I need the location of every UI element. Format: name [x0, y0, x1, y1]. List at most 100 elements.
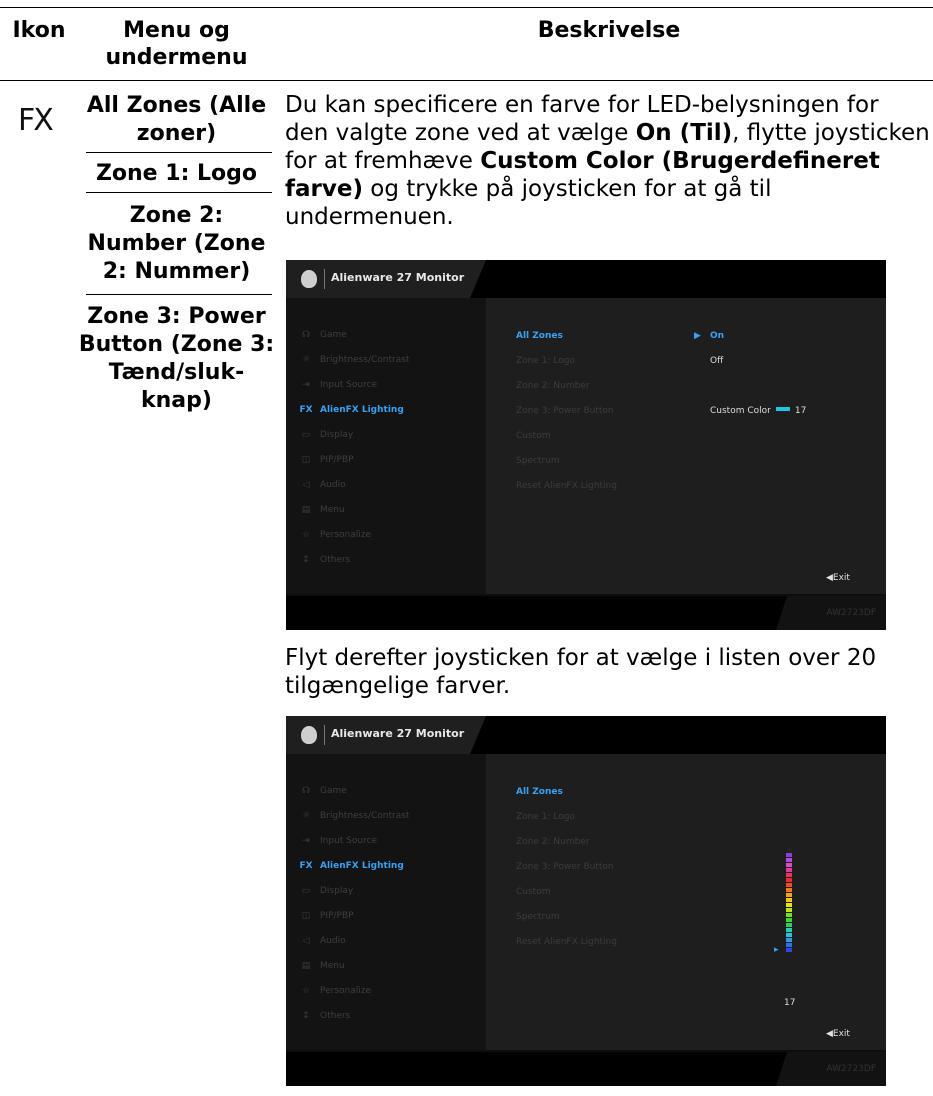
- menu-item-icon: ☼: [301, 355, 311, 365]
- exit-button[interactable]: ◀Exit: [826, 1029, 850, 1039]
- osd-submenu-item[interactable]: Custom: [516, 887, 550, 897]
- osd-menu-item[interactable]: ▤ Menu: [298, 505, 345, 515]
- color-swatch[interactable]: [786, 933, 792, 937]
- color-swatch[interactable]: [786, 878, 792, 882]
- color-swatch[interactable]: [786, 863, 792, 867]
- osd-menu-item[interactable]: ◫ PIP/PBP: [298, 911, 354, 921]
- osd-menu-item[interactable]: ▤ Menu: [298, 961, 345, 971]
- color-swatch[interactable]: [786, 943, 792, 947]
- osd-menu-item[interactable]: ☆ Personalize: [298, 986, 371, 996]
- menu-item-icon: ☆: [301, 986, 311, 996]
- header-description: Beskrivelse: [537, 18, 681, 43]
- menu-item-label: Game: [320, 786, 347, 796]
- osd-menu-item[interactable]: ▭ Display: [298, 886, 353, 896]
- header-icon: Ikon: [12, 18, 66, 43]
- menu-item-label: Menu: [320, 961, 345, 971]
- color-swatch[interactable]: [786, 873, 792, 877]
- osd-menu-item[interactable]: ☼ Brightness/Contrast: [298, 811, 409, 821]
- osd-menu-item[interactable]: ☆ Personalize: [298, 530, 371, 540]
- menu-item-icon: ▤: [301, 505, 311, 515]
- color-swatch[interactable]: [786, 858, 792, 862]
- color-swatch[interactable]: [786, 913, 792, 917]
- osd-menu-item[interactable]: ☼ Brightness/Contrast: [298, 355, 409, 365]
- color-swatch[interactable]: [786, 928, 792, 932]
- menu-item-label: Input Source: [320, 836, 378, 846]
- color-swatch[interactable]: [786, 893, 792, 897]
- exit-button[interactable]: ◀Exit: [826, 573, 850, 583]
- osd-submenu-item[interactable]: Custom: [516, 431, 550, 441]
- option-custom-color[interactable]: Custom Color 17: [710, 406, 806, 416]
- osd-menu-item[interactable]: ◁ Audio: [298, 936, 346, 946]
- table-header-rule: [0, 80, 933, 81]
- menu-item-icon: ☊: [302, 786, 310, 796]
- osd-submenu-item[interactable]: Reset AlienFX Lighting: [516, 937, 617, 947]
- model-name: AW2723DF: [776, 1052, 886, 1086]
- color-swatch[interactable]: [786, 908, 792, 912]
- osd-menu-item[interactable]: FX AlienFX Lighting: [298, 861, 403, 871]
- option-off[interactable]: Off: [710, 356, 723, 366]
- osd-submenu-item[interactable]: Zone 1: Logo: [516, 812, 575, 822]
- menu-all-zones-1: All Zones (Alle: [86, 93, 267, 118]
- color-swatch[interactable]: [786, 848, 792, 852]
- menu-item-label: Audio: [320, 480, 346, 490]
- menu-item-icon: FX: [299, 405, 313, 415]
- osd-menu-item[interactable]: ↕ Others: [298, 555, 350, 565]
- menu-item-label: Personalize: [320, 530, 372, 540]
- color-swatch[interactable]: [786, 868, 792, 872]
- menu-item-label: Display: [320, 430, 354, 440]
- osd-screenshot-custom-color: Alienware 27 Monitor ☊ Game ☼ Brightness/Co…: [286, 260, 886, 630]
- desc-p1-line3: for at fremhæve Custom Color (Brugerdefi…: [285, 148, 880, 174]
- selected-marker-icon: ▶: [694, 331, 701, 341]
- color-swatch[interactable]: [786, 903, 792, 907]
- menu-item-label: Brightness/Contrast: [320, 811, 410, 821]
- osd-title: Alienware 27 Monitor: [331, 727, 465, 740]
- menu-item-icon: ◁: [302, 480, 310, 490]
- color-index: 17: [784, 998, 796, 1008]
- alienware-logo-icon: [301, 726, 317, 744]
- osd-submenu-item[interactable]: Zone 2: Number: [516, 381, 590, 391]
- osd-submenu-item[interactable]: All Zones: [516, 331, 563, 341]
- osd-submenu-item[interactable]: Zone 3: Power Button: [516, 406, 614, 416]
- osd-menu-item[interactable]: ◫ PIP/PBP: [298, 455, 354, 465]
- osd-submenu-item[interactable]: Reset AlienFX Lighting: [516, 481, 617, 491]
- menu-zone3-1: Zone 3: Power: [87, 304, 266, 329]
- color-swatch[interactable]: [786, 923, 792, 927]
- menu-item-label: Game: [320, 330, 347, 340]
- menu-zone1: Zone 1: Logo: [95, 161, 258, 186]
- osd-submenu-item[interactable]: Spectrum: [516, 456, 560, 466]
- menu-item-icon: FX: [299, 861, 313, 871]
- menu-item-icon: ⇥: [302, 380, 310, 390]
- osd-menu-item[interactable]: ↕ Others: [298, 1011, 350, 1021]
- desc-p1-line1: Du kan specificere en farve for LED-bely…: [285, 92, 879, 118]
- menu-item-label: Others: [320, 1011, 351, 1021]
- osd-menu-item[interactable]: ▭ Display: [298, 430, 353, 440]
- menu-separator: [86, 152, 272, 153]
- osd-menu-item[interactable]: ◁ Audio: [298, 480, 346, 490]
- osd-submenu-item[interactable]: Spectrum: [516, 912, 560, 922]
- color-swatch[interactable]: [786, 853, 792, 857]
- color-swatch[interactable]: [786, 918, 792, 922]
- osd-menu-item[interactable]: ☊ Game: [298, 330, 347, 340]
- menu-item-icon: ▭: [301, 430, 311, 440]
- menu-item-label: Menu: [320, 505, 345, 515]
- color-swatch[interactable]: [786, 898, 792, 902]
- model-name: AW2723DF: [776, 596, 886, 630]
- color-swatch[interactable]: [786, 948, 792, 952]
- osd-menu-item[interactable]: ⇥ Input Source: [298, 380, 377, 390]
- color-swatch[interactable]: [786, 883, 792, 887]
- osd-menu-item[interactable]: ⇥ Input Source: [298, 836, 377, 846]
- color-swatch[interactable]: [786, 888, 792, 892]
- header-menu-line1: Menu og: [123, 18, 230, 43]
- color-swatch[interactable]: [786, 938, 792, 942]
- menu-item-label: Personalize: [320, 986, 372, 996]
- menu-item-icon: ↕: [302, 1011, 310, 1021]
- menu-all-zones-2: zoner): [136, 121, 217, 146]
- osd-submenu-item[interactable]: Zone 3: Power Button: [516, 862, 614, 872]
- menu-zone2-2: Number (Zone: [87, 231, 266, 256]
- option-on[interactable]: On: [710, 331, 724, 341]
- osd-submenu-item[interactable]: Zone 1: Logo: [516, 356, 575, 366]
- osd-submenu-item[interactable]: All Zones: [516, 787, 563, 797]
- osd-menu-item[interactable]: ☊ Game: [298, 786, 347, 796]
- osd-submenu-item[interactable]: Zone 2: Number: [516, 837, 590, 847]
- osd-menu-item[interactable]: FX AlienFX Lighting: [298, 405, 403, 415]
